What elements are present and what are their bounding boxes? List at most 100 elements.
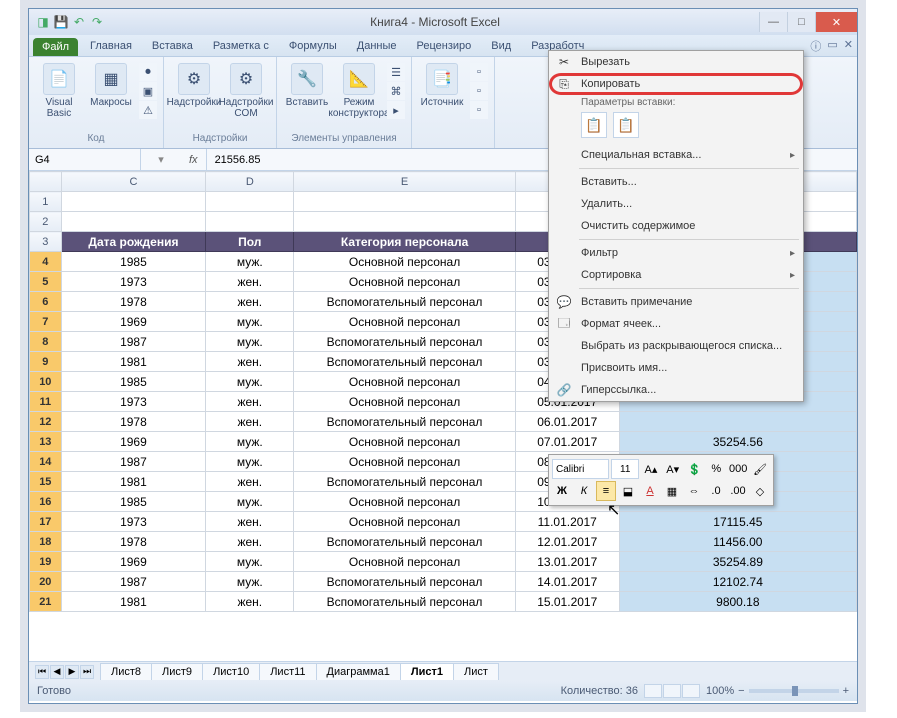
percent-format-icon[interactable]: % (706, 459, 726, 479)
col-header[interactable]: C (61, 172, 206, 192)
cm-insert[interactable]: Вставить... (549, 171, 803, 193)
cell[interactable]: 06.01.2017 (515, 412, 619, 432)
row-header[interactable]: 3 (30, 232, 62, 252)
cell-selected[interactable]: 9800.18 (619, 592, 856, 612)
page-break-icon[interactable] (682, 684, 700, 698)
cell[interactable]: муж. (206, 452, 294, 472)
cell[interactable]: 1985 (61, 372, 206, 392)
merge-icon[interactable]: ⇔ (684, 481, 704, 501)
row-header[interactable]: 6 (30, 292, 62, 312)
cell[interactable]: Основной персонал (294, 492, 515, 512)
macros-button[interactable]: ▦Макросы (87, 63, 135, 108)
cell[interactable]: Основной персонал (294, 552, 515, 572)
cell[interactable]: 11.01.2017 (515, 512, 619, 532)
cm-delete[interactable]: Удалить... (549, 193, 803, 215)
cell[interactable]: Основной персонал (294, 252, 515, 272)
formula-input[interactable]: 21556.85 (207, 154, 261, 166)
zoom-in-icon[interactable]: + (843, 685, 849, 697)
row-header[interactable]: 4 (30, 252, 62, 272)
cell-selected[interactable]: 17115.45 (619, 512, 856, 532)
cell[interactable]: 1978 (61, 412, 206, 432)
cell[interactable]: 1981 (61, 592, 206, 612)
cell[interactable]: Вспомогательный персонал (294, 572, 515, 592)
undo-icon[interactable]: ↶ (71, 14, 87, 30)
fill-color-icon[interactable]: ⬓ (618, 481, 638, 501)
ribbon-min-icon[interactable]: ▭ (827, 38, 837, 54)
shrink-font-icon[interactable]: A▾ (663, 459, 683, 479)
cell[interactable]: 1981 (61, 472, 206, 492)
header-cell[interactable]: Категория персонала (294, 232, 515, 252)
cell[interactable]: 1969 (61, 312, 206, 332)
bold-button[interactable]: Ж (552, 481, 572, 501)
cell[interactable]: муж. (206, 492, 294, 512)
cm-paste-special[interactable]: Специальная вставка... (549, 144, 803, 166)
cell[interactable]: Вспомогательный персонал (294, 412, 515, 432)
next-sheet-icon[interactable]: ▶ (65, 665, 79, 679)
cell[interactable]: 1987 (61, 332, 206, 352)
cell[interactable]: жен. (206, 292, 294, 312)
com-addins-button[interactable]: ⚙Надстройки COM (222, 63, 270, 119)
row-header[interactable]: 17 (30, 512, 62, 532)
relative-ref-icon[interactable]: ▣ (139, 82, 157, 100)
zoom-out-icon[interactable]: − (738, 685, 744, 697)
minimize-button[interactable]: — (759, 12, 787, 32)
redo-icon[interactable]: ↷ (89, 14, 105, 30)
xml-source-button[interactable]: 📑Источник (418, 63, 466, 108)
page-layout-icon[interactable] (663, 684, 681, 698)
cell[interactable]: 1969 (61, 432, 206, 452)
cell[interactable]: Основной персонал (294, 372, 515, 392)
cell[interactable]: 1973 (61, 272, 206, 292)
cell[interactable]: 1985 (61, 492, 206, 512)
cm-cut[interactable]: ✂Вырезать (549, 51, 803, 73)
col-header[interactable]: E (294, 172, 515, 192)
cm-filter[interactable]: Фильтр (549, 242, 803, 264)
row-header[interactable]: 2 (30, 212, 62, 232)
cell[interactable]: 1987 (61, 572, 206, 592)
tab-formulas[interactable]: Формулы (279, 36, 347, 56)
decrease-decimal-icon[interactable]: .00 (728, 481, 748, 501)
cell-selected[interactable]: 35254.56 (619, 432, 856, 452)
fx-icon[interactable]: fx (181, 149, 207, 170)
record-macro-icon[interactable]: ⏺ (139, 63, 157, 81)
cell[interactable]: 1978 (61, 532, 206, 552)
cm-sort[interactable]: Сортировка (549, 264, 803, 286)
cell[interactable]: Вспомогательный персонал (294, 532, 515, 552)
cell[interactable]: жен. (206, 352, 294, 372)
cell[interactable]: 12.01.2017 (515, 532, 619, 552)
paste-option-1[interactable]: 📋 (581, 112, 607, 138)
tab-layout[interactable]: Разметка с (203, 36, 279, 56)
vb-button[interactable]: 📄Visual Basic (35, 63, 83, 119)
cell[interactable]: жен. (206, 272, 294, 292)
cell[interactable]: 07.01.2017 (515, 432, 619, 452)
xml-refresh-icon[interactable]: ▫ (470, 101, 488, 119)
sheet-tab[interactable]: Диаграмма1 (316, 663, 401, 680)
increase-decimal-icon[interactable]: .0 (706, 481, 726, 501)
cell[interactable]: муж. (206, 552, 294, 572)
cell[interactable]: муж. (206, 572, 294, 592)
cell[interactable]: Основной персонал (294, 512, 515, 532)
cell[interactable]: Основной персонал (294, 432, 515, 452)
cm-dropdown-pick[interactable]: Выбрать из раскрывающегося списка... (549, 335, 803, 357)
properties-icon[interactable]: ☰ (387, 63, 405, 81)
row-header[interactable]: 19 (30, 552, 62, 572)
sheet-tab[interactable]: Лист9 (151, 663, 203, 680)
first-sheet-icon[interactable]: ⏮ (35, 665, 49, 679)
cell[interactable]: муж. (206, 332, 294, 352)
cell-selected[interactable]: 11456.00 (619, 532, 856, 552)
view-code-icon[interactable]: ⌘ (387, 82, 405, 100)
select-all-corner[interactable] (30, 172, 62, 192)
font-size-select[interactable]: 11 (611, 459, 639, 479)
row-header[interactable]: 18 (30, 532, 62, 552)
tab-data[interactable]: Данные (347, 36, 407, 56)
run-dialog-icon[interactable]: ▸ (387, 101, 405, 119)
borders-icon[interactable]: ▦ (662, 481, 682, 501)
row-header[interactable]: 14 (30, 452, 62, 472)
cell[interactable]: муж. (206, 312, 294, 332)
sheet-tab[interactable]: Лист11 (259, 663, 316, 680)
cell[interactable]: жен. (206, 592, 294, 612)
cell[interactable]: Основной персонал (294, 272, 515, 292)
comma-format-icon[interactable]: 000 (728, 459, 748, 479)
addins-button[interactable]: ⚙Надстройки (170, 63, 218, 108)
cell[interactable]: 1973 (61, 512, 206, 532)
tab-file[interactable]: Файл (33, 38, 78, 56)
